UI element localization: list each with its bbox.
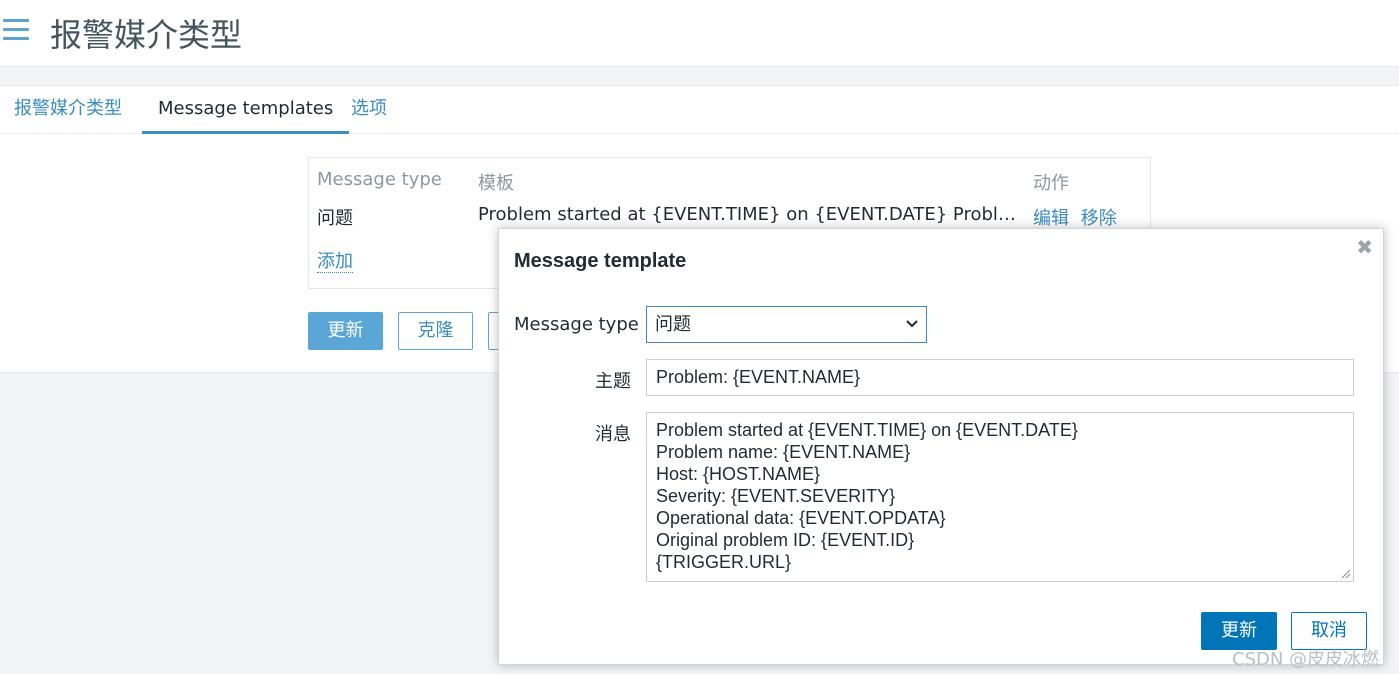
tab-message-templates[interactable]: Message templates <box>142 86 350 134</box>
row-message-type: 问题 <box>317 208 353 229</box>
subject-input[interactable]: Problem: {EVENT.NAME} <box>646 359 1354 396</box>
resize-handle-icon[interactable] <box>1341 569 1351 579</box>
update-button[interactable]: 更新 <box>308 312 383 350</box>
close-icon[interactable]: ✖ <box>1356 235 1373 260</box>
message-line: Original problem ID: {EVENT.ID} <box>656 530 915 550</box>
page-header: 报警媒介类型 <box>0 0 1399 67</box>
edit-link[interactable]: 编辑 <box>1033 208 1069 230</box>
message-line: {TRIGGER.URL} <box>656 552 792 572</box>
message-type-value: 问题 <box>655 314 691 335</box>
tab-options[interactable]: 选项 <box>351 86 387 134</box>
message-label: 消息 <box>595 424 631 445</box>
add-template-link[interactable]: 添加 <box>317 251 353 273</box>
message-type-select[interactable]: 问题 <box>646 306 927 343</box>
message-line: Host: {HOST.NAME} <box>656 464 821 484</box>
header-message-type: Message type <box>317 169 442 190</box>
message-line: Problem name: {EVENT.NAME} <box>656 442 911 462</box>
message-type-label: Message type <box>514 314 639 335</box>
message-template-dialog: Message template ✖ Message type 问题 主题 Pr… <box>498 228 1384 665</box>
header-actions: 动作 <box>1033 173 1069 194</box>
menu-icon[interactable] <box>3 19 29 41</box>
message-textarea[interactable]: Problem started at {EVENT.TIME} on {EVEN… <box>646 412 1354 582</box>
header-template: 模板 <box>478 173 514 194</box>
page-title: 报警媒介类型 <box>50 16 243 54</box>
row-template: Problem started at {EVENT.TIME} on {EVEN… <box>478 204 1020 225</box>
message-line: Operational data: {EVENT.OPDATA} <box>656 508 946 528</box>
remove-link[interactable]: 移除 <box>1080 208 1117 230</box>
chevron-down-icon <box>906 320 918 328</box>
message-line: Severity: {EVENT.SEVERITY} <box>656 486 896 506</box>
message-line: Problem started at {EVENT.TIME} on {EVEN… <box>656 420 1078 440</box>
dialog-title: Message template <box>514 250 687 272</box>
subject-label: 主题 <box>595 371 631 392</box>
tab-bar: 报警媒介类型 Message templates 选项 <box>0 86 1399 134</box>
tab-media-type[interactable]: 报警媒介类型 <box>14 86 122 134</box>
watermark: CSDN @皮皮冰燃 <box>1232 649 1380 670</box>
clone-button[interactable]: 克隆 <box>398 312 473 350</box>
